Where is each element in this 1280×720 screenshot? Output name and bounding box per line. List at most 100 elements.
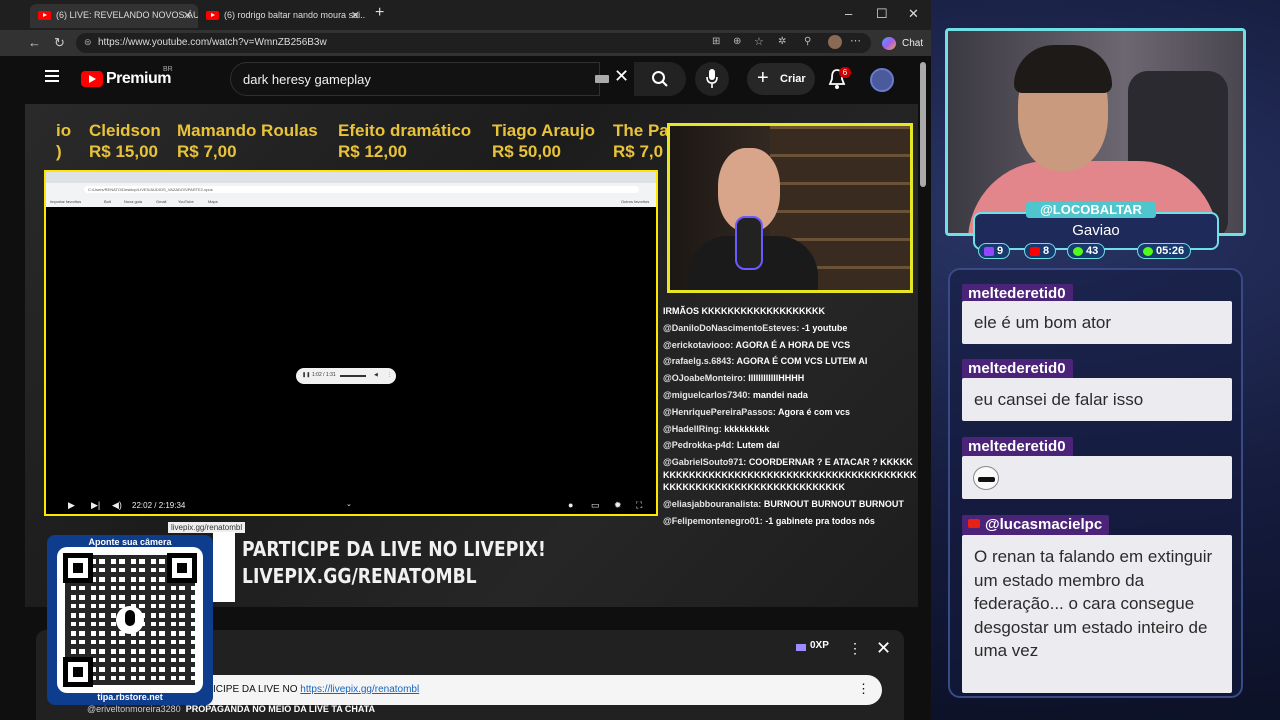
- next-icon[interactable]: ▶|: [91, 500, 100, 511]
- more-icon[interactable]: ⋯: [850, 34, 861, 47]
- autoplay-icon[interactable]: ●: [568, 500, 573, 510]
- chevron-down-icon[interactable]: ⌄: [346, 500, 352, 508]
- donation-ticker-item: Cleidson R$ 15,00: [89, 121, 161, 161]
- shared-browser-url: C:/Users/RENATO/Desktop/LIVES/AUDIOS_VAZ…: [84, 186, 639, 193]
- chat-message-box: O renan ta falando em extinguir um estad…: [962, 535, 1232, 693]
- chat-message-box: ele é um bom ator: [962, 301, 1232, 344]
- youtube-icon: [968, 519, 980, 528]
- site-info-icon[interactable]: ⊜: [84, 37, 92, 48]
- chat-username: meltederetid0: [962, 437, 1073, 457]
- qr-footer: tipa.rbstore.net: [97, 692, 163, 702]
- microphone-icon: [706, 69, 718, 88]
- keyboard-icon[interactable]: [595, 75, 609, 83]
- overlay-chat-message: @erickotaviooo: AGORA É A HORA DE VCS: [663, 339, 851, 350]
- volume-icon[interactable]: ◀): [112, 500, 122, 511]
- collections-icon[interactable]: ⚲: [804, 36, 811, 47]
- qr-code: [57, 547, 203, 693]
- audio-progress-bar: [340, 375, 366, 377]
- kick-icon: [1073, 247, 1083, 256]
- livepix-banner: PARTICIPE DA LIVE NO LIVEPIX! LIVEPIX.GG…: [242, 536, 546, 590]
- settings-gear-icon[interactable]: ✹: [614, 500, 622, 511]
- chat-message: @eriveltonmoreira3280 PROPAGANDA NO MEIO…: [87, 704, 376, 714]
- plus-icon: +: [757, 67, 769, 89]
- minimize-button[interactable]: –: [845, 6, 852, 21]
- youtube-favicon-icon: [38, 11, 51, 20]
- pinned-message: ICIPE DA LIVE NO https://livepix.gg/rena…: [195, 675, 882, 705]
- bookmark: Nova guia: [124, 199, 143, 204]
- streamer-handle: @LOCOBALTAR: [1026, 202, 1156, 218]
- new-tab-button[interactable]: +: [375, 4, 384, 22]
- app-icon[interactable]: ⊞: [712, 36, 720, 47]
- youtube-logo-icon[interactable]: [81, 71, 103, 87]
- stream-chat-overlay: IRMÃOS KKKKKKKKKKKKKKKKKKK @DaniloDoNasc…: [663, 305, 918, 585]
- back-icon[interactable]: ←: [28, 35, 41, 50]
- donation-ticker-item: io): [56, 121, 72, 161]
- tab-live[interactable]: (6) LIVE: REVELANDO NOVOS ÁUD... ✕: [30, 4, 198, 28]
- audio-play-icon: ❚❚: [302, 372, 311, 378]
- close-chat-icon[interactable]: ✕: [876, 638, 891, 659]
- livepix-link[interactable]: https://livepix.gg/renatombl: [300, 684, 419, 695]
- bookmark: Maps: [208, 199, 218, 204]
- close-tab-icon[interactable]: ✕: [351, 9, 360, 22]
- tab-title: (6) rodrigo baltar nando moura sei...: [224, 10, 366, 20]
- donation-ticker-item: The Pa R$ 7,0: [613, 121, 669, 161]
- audio-player: ❚❚ 1:02 / 1:31 ◀ ⋮: [296, 368, 396, 384]
- url-text: https://www.youtube.com/watch?v=WmnZB256…: [98, 37, 327, 48]
- search-icon: [652, 71, 668, 87]
- tab-title: (6) LIVE: REVELANDO NOVOS ÁUD...: [56, 10, 198, 20]
- bookmark: Outros favoritos: [621, 199, 650, 204]
- close-window-button[interactable]: ✕: [908, 6, 919, 22]
- shared-browser-bookmarks: Importar favoritos Bolt Nova guia Gmail …: [46, 196, 656, 207]
- chat-username-youtube: @lucasmacielpc: [962, 515, 1110, 535]
- nameplate-name: Gaviao: [1072, 222, 1120, 239]
- voice-search-button[interactable]: [695, 62, 729, 96]
- overlay-chat-message: @Pedrokka-p4d: Lutem daí: [663, 440, 780, 451]
- youtube-icon: [1030, 247, 1040, 256]
- qr-title: Aponte sua câmera: [88, 537, 172, 547]
- youtube-favicon-icon: [206, 11, 219, 20]
- streamer-webcam: [667, 123, 913, 293]
- bookmark: YouTube: [178, 199, 194, 204]
- subtitles-icon[interactable]: ▭: [591, 500, 600, 511]
- donation-ticker-item: Efeito dramático R$ 12,00: [338, 121, 472, 161]
- chat-more-icon[interactable]: ⋮: [848, 640, 862, 657]
- qr-code-small: [213, 532, 235, 602]
- bookmark: Importar favoritos: [50, 199, 82, 204]
- clear-search-icon[interactable]: ✕: [614, 66, 629, 87]
- account-avatar[interactable]: [870, 68, 894, 92]
- overlay-chat-message: @eliasjabbouranalista: BURNOUT BURNOUT B…: [663, 498, 904, 509]
- tab-bar: (6) LIVE: REVELANDO NOVOS ÁUD... ✕ (6) r…: [0, 0, 931, 30]
- maximize-button[interactable]: ☐: [876, 6, 888, 22]
- close-tab-icon[interactable]: ✕: [183, 9, 192, 22]
- zoom-icon[interactable]: ⊕: [733, 36, 741, 47]
- pinned-more-icon[interactable]: ⋮: [857, 681, 870, 697]
- overlay-chat-message: @GabrielSouto971: COORDERNAR ? E ATACAR …: [663, 457, 917, 493]
- player-controls: ▶ ▶| ◀) 22:02 / 2:19:34 ⌄ ● ▭ ✹ ⛶: [46, 498, 656, 514]
- notification-count-badge: 6: [839, 67, 851, 78]
- xp-badge[interactable]: 0XP: [810, 640, 829, 651]
- create-button[interactable]: + Criar: [747, 63, 815, 95]
- search-input[interactable]: dark heresy gameplay: [230, 62, 600, 96]
- video-time: 22:02 / 2:19:34: [132, 501, 186, 510]
- donation-ticker-item: Tiago Araujo R$ 50,00: [492, 121, 595, 161]
- scrollbar[interactable]: [920, 62, 926, 187]
- overlay-chat-message: @Felipemontenegro01: -1 gabinete pra tod…: [663, 515, 875, 526]
- video-player[interactable]: io) Cleidson R$ 15,00 Mamando Roulas R$ 7,…: [25, 104, 918, 607]
- play-icon[interactable]: ▶: [68, 500, 75, 511]
- browser-window: (6) LIVE: REVELANDO NOVOS ÁUD... ✕ (6) r…: [0, 0, 931, 720]
- tab-video[interactable]: (6) rodrigo baltar nando moura sei... ✕: [198, 4, 366, 28]
- refresh-icon[interactable]: ↻: [54, 35, 65, 51]
- url-input[interactable]: ⊜ https://www.youtube.com/watch?v=WmnZB2…: [76, 33, 871, 53]
- profile-avatar[interactable]: [828, 35, 842, 49]
- qr-code-card: Aponte sua câmera tipa.rbstore.net: [47, 535, 213, 705]
- favorite-star-icon[interactable]: ☆: [754, 35, 764, 48]
- audio-volume-icon: ◀: [374, 372, 378, 378]
- audio-time: 1:02 / 1:31: [312, 372, 336, 378]
- fullscreen-icon[interactable]: ⛶: [636, 500, 642, 511]
- extensions-icon[interactable]: ✲: [778, 36, 786, 47]
- menu-icon[interactable]: [45, 70, 59, 82]
- search-button[interactable]: [634, 62, 686, 96]
- stream-uptime-stat: 05:26: [1137, 243, 1192, 259]
- copilot-chat-button[interactable]: Chat: [902, 38, 923, 49]
- address-bar: ← ↻ ⊜ https://www.youtube.com/watch?v=Wm…: [0, 30, 931, 56]
